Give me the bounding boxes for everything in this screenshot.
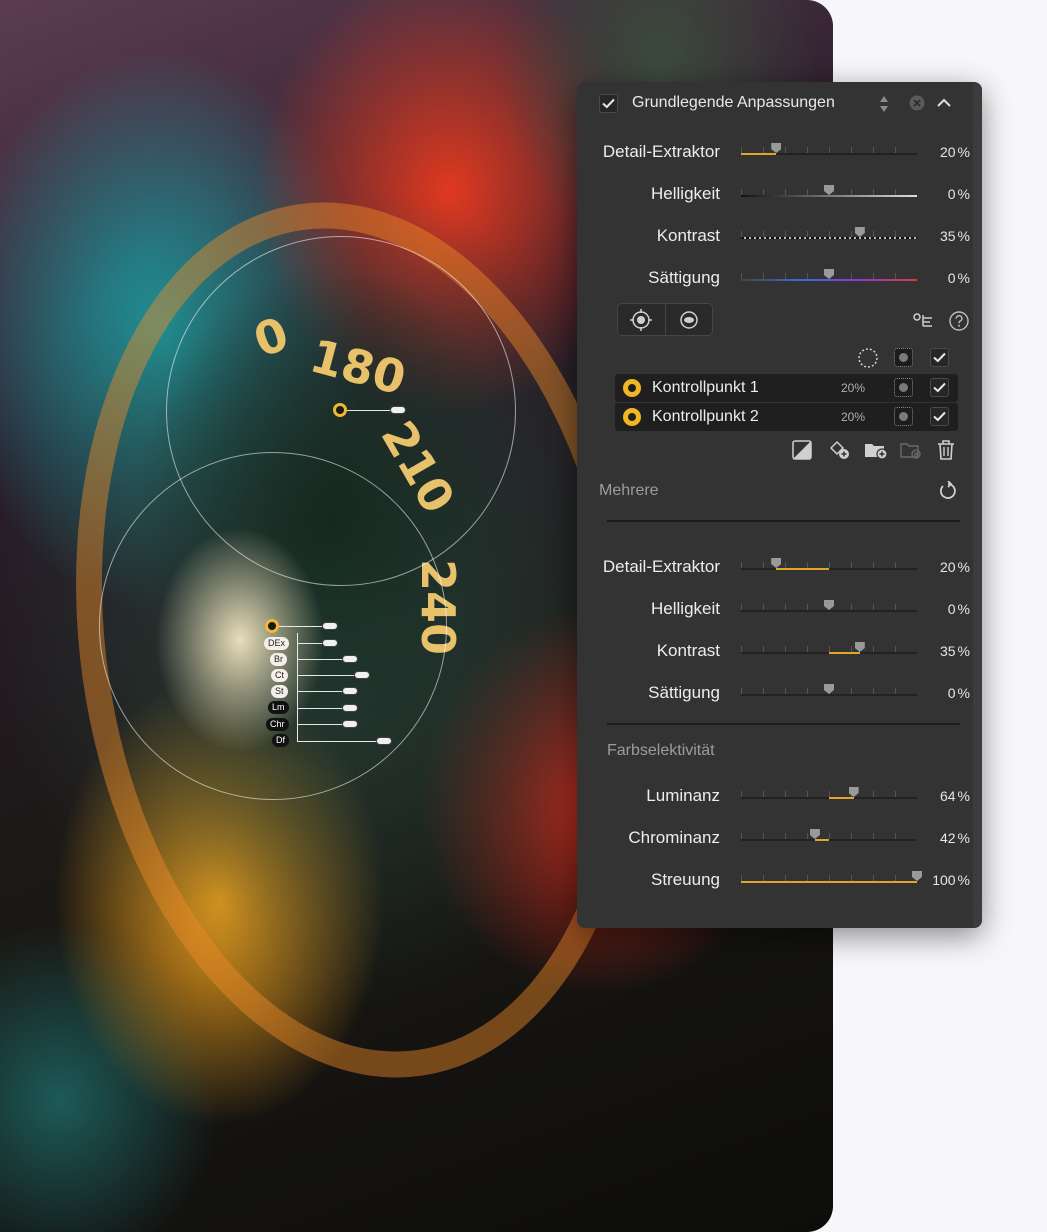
- section-divider: [607, 520, 960, 522]
- control-point-2-marker[interactable]: [265, 619, 279, 633]
- multiple-section-label: Mehrere: [599, 482, 659, 499]
- show-mask-button[interactable]: [894, 378, 913, 397]
- control-point-name: Kontrollpunkt 2: [652, 408, 759, 425]
- brightness-slider[interactable]: [741, 599, 917, 615]
- trash-icon[interactable]: [935, 438, 957, 462]
- add-control-point-button[interactable]: [618, 304, 665, 335]
- brightness-label: Helligkeit: [651, 184, 720, 203]
- brightness-label: Helligkeit: [651, 599, 720, 618]
- tag-line: [297, 741, 381, 742]
- tag-diffusion[interactable]: Df: [272, 734, 289, 747]
- reset-icon[interactable]: [937, 480, 959, 502]
- show-all-points-icon[interactable]: [857, 347, 879, 369]
- tag-slider-handle[interactable]: [354, 671, 370, 679]
- control-point-1-marker[interactable]: [333, 403, 347, 417]
- enable-point-checkbox[interactable]: [930, 407, 949, 426]
- tag-line: [297, 675, 359, 676]
- saturation-value: 0%: [947, 685, 970, 701]
- control-point-tool-group: [617, 303, 713, 336]
- contrast-slider[interactable]: [741, 641, 917, 657]
- section-divider: [607, 723, 960, 725]
- brightness-value: 0%: [947, 186, 970, 202]
- detail-extractor-label: Detail-Extraktor: [602, 557, 720, 576]
- control-point-1-size-handle[interactable]: [390, 406, 406, 414]
- chrominance-label: Chrominanz: [628, 828, 720, 847]
- chrominance-value: 42%: [939, 830, 970, 846]
- invert-icon[interactable]: [791, 439, 813, 461]
- diffusion-slider[interactable]: [741, 870, 922, 886]
- enable-checkbox[interactable]: [599, 94, 618, 113]
- help-icon[interactable]: [948, 310, 970, 332]
- detail-extractor-slider[interactable]: [741, 557, 917, 573]
- diffusion-value: 100%: [932, 872, 970, 888]
- saturation-slider[interactable]: [741, 268, 917, 284]
- brightness-slider[interactable]: [741, 184, 917, 200]
- sort-arrows-icon[interactable]: [877, 94, 891, 114]
- saturation-label: Sättigung: [648, 683, 720, 702]
- reset-close-icon[interactable]: [908, 94, 926, 112]
- diffusion-label: Streuung: [651, 870, 720, 889]
- contrast-value: 35%: [939, 643, 970, 659]
- contrast-label: Kontrast: [656, 226, 720, 245]
- detail-extractor-value: 20%: [939, 144, 970, 160]
- tag-detail-extractor[interactable]: DEx: [264, 637, 290, 650]
- detail-extractor-value: 20%: [939, 559, 970, 575]
- detail-extractor-label: Detail-Extraktor: [602, 142, 720, 161]
- control-point-icon: [623, 408, 641, 426]
- contrast-label: Kontrast: [656, 641, 720, 660]
- enable-point-checkbox[interactable]: [930, 378, 949, 397]
- tag-slider-handle[interactable]: [342, 704, 358, 712]
- tag-contrast[interactable]: Ct: [271, 669, 288, 682]
- brightness-value: 0%: [947, 601, 970, 617]
- contrast-slider[interactable]: [741, 226, 917, 242]
- luminance-value: 64%: [939, 788, 970, 804]
- detail-extractor-slider[interactable]: [741, 142, 917, 158]
- control-point-icon: [623, 379, 641, 397]
- enable-all-checkbox[interactable]: [930, 348, 949, 367]
- adjustments-panel: Grundlegende Anpassungen Detail-Extrakto…: [577, 82, 982, 928]
- tag-saturation[interactable]: St: [271, 685, 288, 698]
- color-selectivity-label: Farbselektivität: [607, 742, 715, 759]
- tag-line: [297, 691, 347, 692]
- options-list-icon[interactable]: [912, 310, 934, 330]
- panel-title: Grundlegende Anpassungen: [632, 94, 835, 111]
- control-point-percent: 20%: [841, 381, 866, 395]
- add-negative-point-button[interactable]: [664, 304, 713, 335]
- luminance-label: Luminanz: [646, 786, 720, 805]
- list-item-control-point-1[interactable]: Kontrollpunkt 1 20%: [615, 374, 958, 402]
- contrast-value: 35%: [939, 228, 970, 244]
- ungroup-folder-icon[interactable]: [899, 439, 923, 461]
- tag-line: [297, 659, 347, 660]
- luminance-slider[interactable]: [741, 786, 917, 802]
- saturation-slider[interactable]: [741, 683, 917, 699]
- tag-luminance[interactable]: Lm: [268, 701, 289, 714]
- control-point-name: Kontrollpunkt 1: [652, 379, 759, 396]
- tag-slider-handle[interactable]: [342, 687, 358, 695]
- tag-line: [297, 708, 347, 709]
- tag-slider-handle[interactable]: [376, 737, 392, 745]
- tag-chrominance[interactable]: Chr: [266, 718, 289, 731]
- duplicate-point-icon[interactable]: [828, 439, 852, 461]
- tag-slider-handle[interactable]: [342, 720, 358, 728]
- tag-line: [297, 724, 347, 725]
- show-mask-button[interactable]: [894, 407, 913, 426]
- tag-slider-handle[interactable]: [342, 655, 358, 663]
- control-point-percent: 20%: [841, 410, 866, 424]
- list-item-control-point-2[interactable]: Kontrollpunkt 2 20%: [615, 403, 958, 431]
- chrominance-slider[interactable]: [741, 828, 917, 844]
- saturation-value: 0%: [947, 270, 970, 286]
- collapse-chevron-icon[interactable]: [935, 94, 953, 112]
- control-point-2-size-handle[interactable]: [322, 622, 338, 630]
- tag-slider-handle[interactable]: [322, 639, 338, 647]
- group-folder-icon[interactable]: [863, 439, 889, 461]
- saturation-label: Sättigung: [648, 268, 720, 287]
- tag-brightness[interactable]: Br: [270, 653, 287, 666]
- show-mask-all-button[interactable]: [894, 348, 913, 367]
- scrollbar[interactable]: [973, 82, 982, 928]
